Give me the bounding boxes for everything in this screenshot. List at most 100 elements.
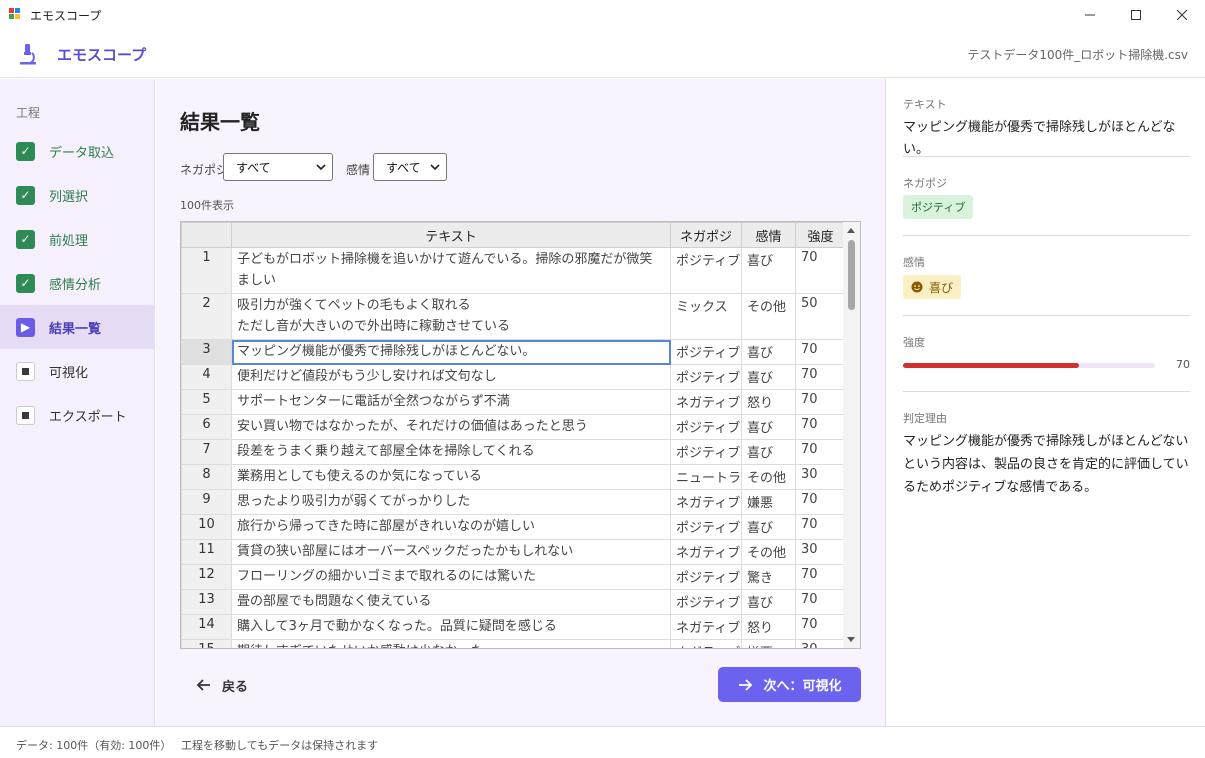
row-polarity[interactable]: ネガティブ [670, 489, 742, 515]
row-strength[interactable]: 70 [795, 614, 846, 640]
row-text[interactable]: 安い買い物ではなかったが、それだけの価値はあったと思う [231, 414, 671, 440]
table-row[interactable]: 9 思ったより吸引力が弱くてがっかりした ネガティブ 嫌悪 70 [181, 489, 846, 515]
row-number[interactable]: 2 [181, 293, 232, 340]
header-polarity[interactable]: ネガポジ [670, 222, 742, 248]
row-polarity[interactable]: ポジティブ [670, 414, 742, 440]
row-polarity[interactable]: ネガティブ [670, 539, 742, 565]
row-strength[interactable]: 70 [795, 414, 846, 440]
table-row[interactable]: 2 吸引力が強くてペットの毛もよく取れる ただし音が大きいので外出時に稼動させてい… [181, 293, 846, 340]
row-polarity[interactable]: ポジティブ [670, 589, 742, 615]
row-number[interactable]: 11 [181, 539, 232, 565]
row-polarity[interactable]: ネガティブ [670, 614, 742, 640]
sidebar-item-data-import[interactable]: ✓ データ取込 [0, 129, 155, 173]
row-emotion[interactable]: その他 [741, 293, 796, 340]
row-polarity[interactable]: ポジティブ [670, 364, 742, 390]
maximize-button[interactable] [1113, 0, 1159, 30]
table-row[interactable]: 14 購入して3ヶ月で動かなくなった。品質に疑問を感じる ネガティブ 怒り 70 [181, 614, 846, 640]
row-text[interactable]: フローリングの細かいゴミまで取れるのには驚いた [231, 564, 671, 590]
table-row[interactable]: 5 サポートセンターに電話が全然つながらず不満 ネガティブ 怒り 70 [181, 389, 846, 415]
header-strength[interactable]: 強度 [795, 222, 846, 248]
row-strength[interactable]: 70 [795, 439, 846, 465]
row-polarity[interactable]: ネガティブ [670, 639, 742, 648]
row-number[interactable]: 4 [181, 364, 232, 390]
row-polarity[interactable]: ニュートラル [670, 464, 742, 490]
table-scrollbar[interactable] [843, 222, 860, 648]
emotion-filter-select[interactable]: すべて [373, 153, 447, 181]
table-row[interactable]: 4 便利だけど値段がもう少し安ければ文句なし ポジティブ 喜び 70 [181, 364, 846, 390]
scrollbar-thumb[interactable] [848, 240, 855, 310]
row-number[interactable]: 9 [181, 489, 232, 515]
row-strength[interactable]: 70 [795, 564, 846, 590]
row-text[interactable]: 吸引力が強くてペットの毛もよく取れる ただし音が大きいので外出時に稼動させている [231, 293, 671, 340]
row-text[interactable]: 業務用としても使えるのか気になっている [231, 464, 671, 490]
row-emotion[interactable]: 驚き [741, 564, 796, 590]
row-text[interactable]: 思ったより吸引力が弱くてがっかりした [231, 489, 671, 515]
row-polarity[interactable]: ポジティブ [670, 514, 742, 540]
table-row[interactable]: 6 安い買い物ではなかったが、それだけの価値はあったと思う ポジティブ 喜び 70 [181, 414, 846, 440]
row-emotion[interactable]: 喜び [741, 247, 796, 294]
row-strength[interactable]: 30 [795, 639, 846, 648]
row-emotion[interactable]: 怒り [741, 614, 796, 640]
scroll-down-icon[interactable] [847, 637, 855, 642]
row-strength[interactable]: 30 [795, 539, 846, 565]
close-button[interactable] [1159, 0, 1205, 30]
header-text[interactable]: テキスト [231, 222, 671, 248]
table-row[interactable]: 8業務用としても使えるのか気になっているニュートラルその他30 [181, 464, 846, 490]
table-row[interactable]: 3 マッピング機能が優秀で掃除残しがほとんどない。 ポジティブ 喜び 70 [181, 339, 846, 365]
row-text[interactable]: 購入して3ヶ月で動かなくなった。品質に疑問を感じる [231, 614, 671, 640]
row-strength[interactable]: 70 [795, 247, 846, 294]
row-text[interactable]: 段差をうまく乗り越えて部屋全体を掃除してくれる [231, 439, 671, 465]
row-number[interactable]: 12 [181, 564, 232, 590]
row-polarity[interactable]: ポジティブ [670, 247, 742, 294]
row-number[interactable]: 10 [181, 514, 232, 540]
row-polarity[interactable]: ポジティブ [670, 439, 742, 465]
row-number[interactable]: 3 [181, 339, 232, 365]
row-emotion[interactable]: 喜び [741, 439, 796, 465]
row-emotion[interactable]: 喜び [741, 589, 796, 615]
row-emotion[interactable]: 喜び [741, 514, 796, 540]
sidebar-item-export[interactable]: エクスポート [0, 393, 155, 437]
table-row[interactable]: 7 段差をうまく乗り越えて部屋全体を掃除してくれる ポジティブ 喜び 70 [181, 439, 846, 465]
polarity-filter-select[interactable]: すべて [223, 153, 333, 181]
table-row[interactable]: 15期待しすぎていたせいか感動は少なかったネガティブ嫌悪30 [181, 639, 846, 648]
row-emotion[interactable]: 喜び [741, 364, 796, 390]
row-text[interactable]: マッピング機能が優秀で掃除残しがほとんどない。 [231, 339, 671, 365]
row-polarity[interactable]: ポジティブ [670, 564, 742, 590]
row-number[interactable]: 7 [181, 439, 232, 465]
row-emotion[interactable]: 怒り [741, 389, 796, 415]
sidebar-item-preprocess[interactable]: ✓ 前処理 [0, 217, 155, 261]
row-number[interactable]: 6 [181, 414, 232, 440]
row-text[interactable]: 期待しすぎていたせいか感動は少なかった [231, 639, 671, 648]
row-text[interactable]: 畳の部屋でも問題なく使えている [231, 589, 671, 615]
next-visualize-button[interactable]: 次へ：可視化 [718, 667, 861, 702]
row-strength[interactable]: 70 [795, 339, 846, 365]
row-strength[interactable]: 70 [795, 364, 846, 390]
sidebar-item-results[interactable]: ▶ 結果一覧 [0, 305, 155, 349]
table-row[interactable]: 13 畳の部屋でも問題なく使えている ポジティブ 喜び 70 [181, 589, 846, 615]
row-text[interactable]: 賃貸の狭い部屋にはオーバースペックだったかもしれない [231, 539, 671, 565]
row-strength[interactable]: 70 [795, 514, 846, 540]
row-polarity[interactable]: ミックス [670, 293, 742, 340]
row-strength[interactable]: 70 [795, 389, 846, 415]
row-emotion[interactable]: 喜び [741, 414, 796, 440]
table-row[interactable]: 1 子どもがロボット掃除機を追いかけて遊んでいる。掃除の邪魔だが微笑ましい ポジティ… [181, 247, 846, 294]
row-emotion[interactable]: その他 [741, 539, 796, 565]
sidebar-item-visualize[interactable]: 可視化 [0, 349, 155, 393]
table-row[interactable]: 10 旅行から帰ってきた時に部屋がきれいなのが嬉しい ポジティブ 喜び 70 [181, 514, 846, 540]
row-number[interactable]: 5 [181, 389, 232, 415]
row-number[interactable]: 1 [181, 247, 232, 294]
row-number[interactable]: 13 [181, 589, 232, 615]
minimize-button[interactable] [1067, 0, 1113, 30]
row-strength[interactable]: 70 [795, 489, 846, 515]
table-row[interactable]: 11 賃貸の狭い部屋にはオーバースペックだったかもしれない ネガティブ その他 30 [181, 539, 846, 565]
row-text[interactable]: 旅行から帰ってきた時に部屋がきれいなのが嬉しい [231, 514, 671, 540]
row-polarity[interactable]: ポジティブ [670, 339, 742, 365]
row-text[interactable]: 便利だけど値段がもう少し安ければ文句なし [231, 364, 671, 390]
back-button[interactable]: 戻る [196, 669, 248, 701]
row-strength[interactable]: 50 [795, 293, 846, 340]
header-rownum[interactable] [181, 222, 232, 248]
sidebar-item-sentiment[interactable]: ✓ 感情分析 [0, 261, 155, 305]
scroll-up-icon[interactable] [847, 228, 855, 233]
table-row[interactable]: 12 フローリングの細かいゴミまで取れるのには驚いた ポジティブ 驚き 70 [181, 564, 846, 590]
sidebar-item-column-select[interactable]: ✓ 列選択 [0, 173, 155, 217]
